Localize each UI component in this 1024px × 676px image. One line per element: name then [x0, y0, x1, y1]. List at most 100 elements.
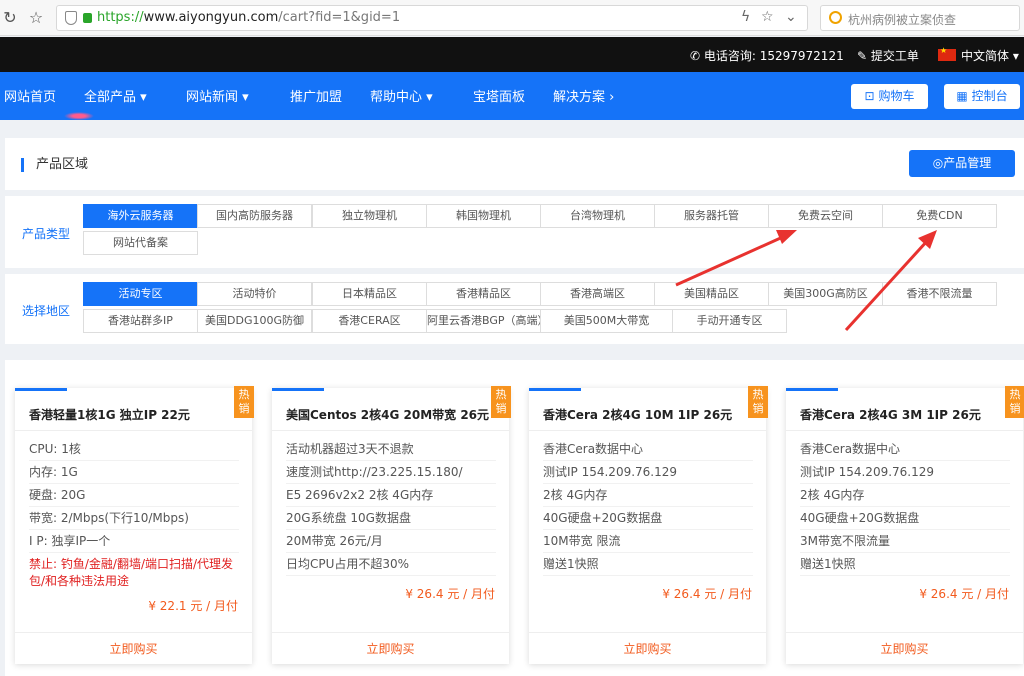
product-spec: 40G硬盘+20G数据盘	[800, 507, 1010, 530]
product-type-tag[interactable]: 国内高防服务器	[197, 204, 312, 228]
region-panel: 选择地区 活动专区 活动特价 日本精品区 香港精品区 香港高端区 美国精品区 美国300G高…	[5, 274, 1024, 344]
product-price: ¥ 26.4 元 / 月付	[662, 587, 752, 601]
divider	[529, 430, 766, 431]
region-tag[interactable]: 美国500M大带宽	[540, 309, 673, 333]
console-button[interactable]: ▦ 控制台	[944, 84, 1020, 109]
divider	[15, 430, 252, 431]
nav-solutions[interactable]: 解决方案 ›	[553, 86, 614, 105]
region-tag[interactable]: 手动开通专区	[672, 309, 787, 333]
globe-icon: ◎	[932, 156, 944, 170]
chevron-down-icon[interactable]: ⌄	[785, 9, 797, 25]
region-tag[interactable]: 阿里云香港BGP（高端）	[426, 309, 549, 333]
nav-affiliate[interactable]: 推广加盟	[290, 86, 342, 105]
cart-button[interactable]: ⊡ 购物车	[851, 84, 928, 109]
product-spec: 测试IP 154.209.76.129	[543, 461, 753, 484]
region-tag[interactable]: 香港精品区	[426, 282, 541, 306]
product-type-tag[interactable]: 韩国物理机	[426, 204, 541, 228]
product-spec: 带宽: 2/Mbps(下行10/Mbps)	[29, 507, 239, 530]
product-card: 热销 美国Centos 2核4G 20M带宽 26元 活动机器超过3天不退款 速度测试…	[272, 386, 511, 664]
product-spec: 速度测试http://23.225.15.180/	[286, 461, 496, 484]
region-tag[interactable]: 美国300G高防区	[768, 282, 883, 306]
language-switcher[interactable]: 中文简体 ▾	[938, 46, 1019, 64]
region-tag[interactable]: 香港站群多IP	[83, 309, 198, 333]
nav-label: 解决方案	[553, 90, 606, 105]
console-label: 控制台	[971, 89, 1008, 103]
product-title: 美国Centos 2核4G 20M带宽 26元	[286, 408, 490, 422]
region-tag[interactable]: 美国DDG100G防御	[197, 309, 312, 333]
nav-home[interactable]: 网站首页	[4, 86, 95, 120]
region-tag[interactable]: 活动特价	[197, 282, 312, 306]
nav-all-products[interactable]: 全部产品 ▾	[84, 86, 147, 105]
hot-badge: 热销	[748, 386, 768, 418]
buy-now-button[interactable]: 立即购买	[529, 632, 766, 664]
product-type-tag[interactable]: 服务器托管	[654, 204, 769, 228]
product-spec: 3M带宽不限流量	[800, 530, 1010, 553]
nav-label: 网站新闻	[186, 90, 239, 105]
region-tag[interactable]: 活动专区	[83, 282, 198, 306]
product-spec: 2核 4G内存	[800, 484, 1010, 507]
cart-label: 购物车	[878, 89, 915, 103]
product-card: 热销 香港Cera 2核4G 10M 1IP 26元 香港Cera数据中心 测试IP …	[529, 386, 768, 664]
edit-icon: ✎	[857, 49, 868, 63]
product-spec: 20G系统盘 10G数据盘	[286, 507, 496, 530]
nav-news[interactable]: 网站新闻 ▾	[186, 86, 249, 105]
region-tag[interactable]: 香港高端区	[540, 282, 655, 306]
product-spec: 日均CPU占用不超30%	[286, 553, 496, 576]
product-region-panel: 产品区域 ◎产品管理	[5, 138, 1024, 190]
search-text: 杭州病例被立案侦查	[848, 13, 957, 27]
region-tag[interactable]: 香港不限流量	[882, 282, 997, 306]
region-tag[interactable]: 香港CERA区	[312, 309, 427, 333]
product-spec: E5 2696v2x2 2核 4G内存	[286, 484, 496, 507]
product-card: 热销 香港Cera 2核4G 3M 1IP 26元 香港Cera数据中心 测试IP 1…	[786, 386, 1024, 664]
card-accent	[15, 388, 67, 391]
cart-icon: ⊡	[864, 89, 875, 103]
product-type-tag[interactable]: 网站代备案	[83, 231, 198, 255]
search-engine-icon	[829, 11, 842, 24]
phone-contact: ✆ 电话咨询: 15297972121	[690, 49, 844, 63]
flash-icon[interactable]: ϟ	[741, 9, 750, 25]
product-type-tag[interactable]: 台湾物理机	[540, 204, 655, 228]
product-title: 香港轻量1核1G 独立IP 22元	[29, 408, 190, 422]
search-box[interactable]: 杭州病例被立案侦查	[820, 5, 1020, 31]
back-icon[interactable]: ↻	[0, 8, 20, 28]
product-spec: 20M带宽 26元/月	[286, 530, 496, 553]
buy-now-button[interactable]: 立即购买	[272, 632, 509, 664]
buy-now-button[interactable]: 立即购买	[15, 632, 252, 664]
product-spec: 香港Cera数据中心	[800, 438, 1010, 461]
main-nav: 网站首页 全部产品 ▾ 网站新闻 ▾ 推广加盟 帮助中心 ▾ 宝塔面板 解决方案…	[0, 72, 1024, 120]
region-label: 选择地区	[22, 304, 71, 318]
product-spec: 测试IP 154.209.76.129	[800, 461, 1010, 484]
top-info-bar: ✆ 电话咨询: 15297972121 ✎ 提交工单 中文简体 ▾	[0, 37, 1024, 72]
shield-icon	[65, 11, 77, 25]
product-title: 香港Cera 2核4G 3M 1IP 26元	[800, 408, 981, 422]
divider	[786, 430, 1023, 431]
product-spec: 内存: 1G	[29, 461, 239, 484]
buy-now-button[interactable]: 立即购买	[786, 632, 1023, 664]
submit-ticket-link[interactable]: ✎ 提交工单	[857, 47, 919, 64]
product-price: ¥ 22.1 元 / 月付	[148, 599, 238, 613]
product-spec: 10M带宽 限流	[543, 530, 753, 553]
bookmark-star-icon[interactable]: ☆	[761, 9, 774, 25]
section-title: 产品区域	[21, 158, 88, 172]
nav-bt-panel[interactable]: 宝塔面板	[473, 86, 525, 105]
product-type-tag[interactable]: 免费云空间	[768, 204, 883, 228]
product-price: ¥ 26.4 元 / 月付	[919, 587, 1009, 601]
lock-icon	[83, 13, 92, 23]
product-type-tag[interactable]: 独立物理机	[312, 204, 427, 228]
product-spec: 2核 4G内存	[543, 484, 753, 507]
product-spec: 活动机器超过3天不退款	[286, 438, 496, 461]
product-type-tag[interactable]: 海外云服务器	[83, 204, 198, 228]
nav-label: 帮助中心	[370, 90, 423, 105]
product-title: 香港Cera 2核4G 10M 1IP 26元	[543, 408, 733, 422]
console-icon: ▦	[956, 89, 968, 103]
product-type-tag[interactable]: 免费CDN	[882, 204, 997, 228]
address-bar[interactable]: https://www.aiyongyun.com/cart?fid=1&gid…	[56, 5, 808, 31]
nav-label: 全部产品	[84, 90, 137, 105]
product-type-label: 产品类型	[22, 227, 71, 241]
nav-help-center[interactable]: 帮助中心 ▾	[370, 86, 433, 105]
region-tag[interactable]: 日本精品区	[312, 282, 427, 306]
star-icon[interactable]: ☆	[26, 8, 46, 28]
region-tag[interactable]: 美国精品区	[654, 282, 769, 306]
product-spec: I P: 独享IP一个	[29, 530, 239, 553]
product-manage-button[interactable]: ◎产品管理	[909, 150, 1015, 177]
